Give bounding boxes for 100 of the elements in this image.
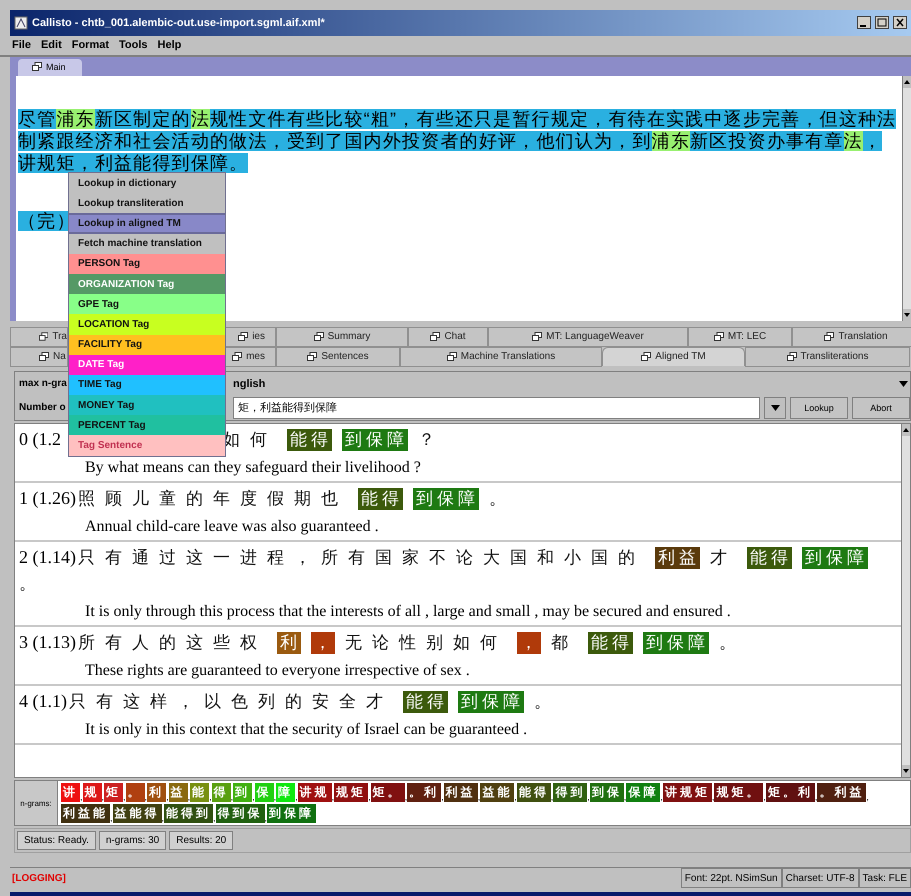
highlighted-token: 到保障	[342, 428, 408, 451]
window-icon	[39, 352, 49, 362]
window-icon	[641, 352, 652, 362]
panel-tab[interactable]: Transliterations	[745, 346, 910, 367]
window-icon	[32, 62, 42, 72]
window-icon	[446, 352, 457, 362]
menu-item[interactable]: Help	[158, 38, 182, 51]
scroll-down-icon[interactable]	[903, 308, 911, 321]
separator: ,	[624, 792, 626, 802]
panel-tab[interactable]: MT: LEC	[688, 326, 792, 347]
menu-item[interactable]: FACILITY Tag	[69, 334, 225, 355]
menu-item[interactable]: Format	[72, 38, 110, 51]
panel-tab[interactable]: MT: LanguageWeaver	[488, 326, 688, 347]
scrollbar[interactable]	[902, 76, 911, 321]
translation-text: It is only in this context that the security of Israel can be guaranteed .	[85, 720, 528, 739]
highlighted-token: 能得	[747, 546, 792, 569]
sentence-text: 才	[710, 546, 737, 569]
separator: ,	[478, 792, 480, 802]
menu-item[interactable]: Lookup in dictionary	[69, 173, 225, 194]
highlighted-token: 利	[277, 632, 301, 654]
menu-item[interactable]: Edit	[40, 38, 62, 51]
status-field: Results: 20	[169, 831, 234, 850]
highlighted-token: 利益	[655, 546, 700, 569]
panel-tab[interactable]: Aligned TM	[602, 346, 745, 366]
separator: ,	[514, 792, 517, 802]
panel-tab[interactable]: Translation	[792, 326, 911, 347]
menu-item[interactable]: File	[12, 38, 31, 51]
ngram-chip: 。利益	[817, 783, 866, 802]
close-icon[interactable]	[893, 16, 907, 30]
scroll-up-icon[interactable]	[902, 424, 910, 436]
action-button[interactable]: Abort	[852, 396, 910, 419]
menu-item[interactable]: Fetch machine translation	[69, 234, 225, 254]
separator: ,	[814, 792, 818, 802]
menu-item[interactable]: MONEY Tag	[69, 395, 225, 416]
action-button[interactable]: Lookup	[790, 396, 848, 419]
field-label: Number o	[19, 402, 67, 414]
panel-tab[interactable]: Summary	[276, 326, 408, 347]
separator: ,	[213, 813, 216, 824]
separator: ,	[144, 792, 148, 802]
result-score: 4 (1.1)	[19, 691, 67, 712]
ngram-chip: 能得	[516, 783, 551, 802]
ngram-chip: 障	[276, 783, 296, 802]
menu-item[interactable]: PERCENT Tag	[69, 415, 225, 436]
ngram-chip: 益	[168, 783, 188, 802]
separator: ,	[441, 792, 444, 802]
scrollbar[interactable]	[901, 424, 910, 778]
maximize-icon[interactable]	[875, 16, 889, 30]
separator: ,	[587, 792, 590, 802]
highlighted-token: 到保障	[643, 632, 709, 654]
ngram-chip: 能	[190, 783, 210, 802]
separator: ,	[110, 813, 113, 824]
ngram-chip: 得到保	[216, 804, 265, 824]
menu-item[interactable]: Lookup in aligned TM	[69, 213, 225, 234]
result-score: 2 (1.14)	[19, 547, 76, 568]
panel-tab[interactable]: Sentences	[276, 346, 400, 367]
separator: ,	[404, 792, 408, 802]
caret-icon	[770, 404, 780, 411]
window-icon	[786, 352, 796, 362]
translation-text: Annual child-care leave was also guaranteed .	[85, 518, 380, 536]
menu-item[interactable]: TIME Tag	[69, 374, 225, 396]
separator: ,	[332, 792, 334, 802]
ngram-chip: 能得到	[164, 804, 214, 824]
separator: ,	[166, 792, 169, 802]
ngram-chip: 益能得	[112, 804, 162, 824]
separator: ,	[274, 792, 276, 802]
menu-item[interactable]: GPE Tag	[69, 294, 225, 314]
highlighted-token: 到保障	[413, 488, 479, 510]
highlighted-token: 能得	[403, 690, 448, 713]
ngram-chip: 规	[82, 783, 102, 802]
menu-item[interactable]: LOCATION Tag	[69, 314, 225, 334]
language-dropdown[interactable]: nglish	[233, 374, 910, 394]
panel-tab[interactable]: Na	[10, 346, 68, 367]
separator: ,	[550, 792, 554, 802]
window-icon	[314, 332, 324, 342]
sentence-text: 只有这样，以色列的安全才	[69, 690, 393, 713]
status-field: Task: FLE	[858, 868, 911, 888]
separator: ,	[80, 792, 83, 802]
document-tab[interactable]: Main	[18, 58, 82, 76]
minimize-icon[interactable]	[857, 16, 871, 30]
scroll-down-icon[interactable]	[902, 765, 910, 778]
panel-tab[interactable]: Tra	[10, 326, 68, 347]
menu-item[interactable]: Lookup transliteration	[69, 193, 225, 214]
menu-item[interactable]: PERSON Tag	[69, 254, 225, 274]
ngram-chip: 规矩	[334, 783, 368, 802]
separator: ,	[660, 792, 663, 802]
menu-item[interactable]: Tag Sentence	[69, 435, 225, 456]
panel-tab[interactable]: Chat	[408, 326, 488, 347]
separator: ,	[162, 813, 164, 824]
status-field: Charset: UTF-8	[782, 868, 859, 888]
sentence-text: 。	[534, 690, 561, 713]
dropdown-button[interactable]	[764, 396, 786, 419]
result-score: 3 (1.13)	[19, 632, 76, 654]
panel-tab[interactable]: Machine Translations	[400, 346, 602, 367]
status-field: n-grams: 30	[98, 831, 166, 850]
translation-text: By what means can they safeguard their livelihood ?	[85, 458, 422, 477]
sentence-text: 所有人的这些权	[78, 632, 267, 654]
query-field[interactable]: 矩，利益能得到保障	[233, 396, 760, 419]
scroll-up-icon[interactable]	[903, 76, 911, 88]
ngram-chip: 。	[126, 783, 145, 802]
menu-item[interactable]: Tools	[119, 38, 148, 51]
